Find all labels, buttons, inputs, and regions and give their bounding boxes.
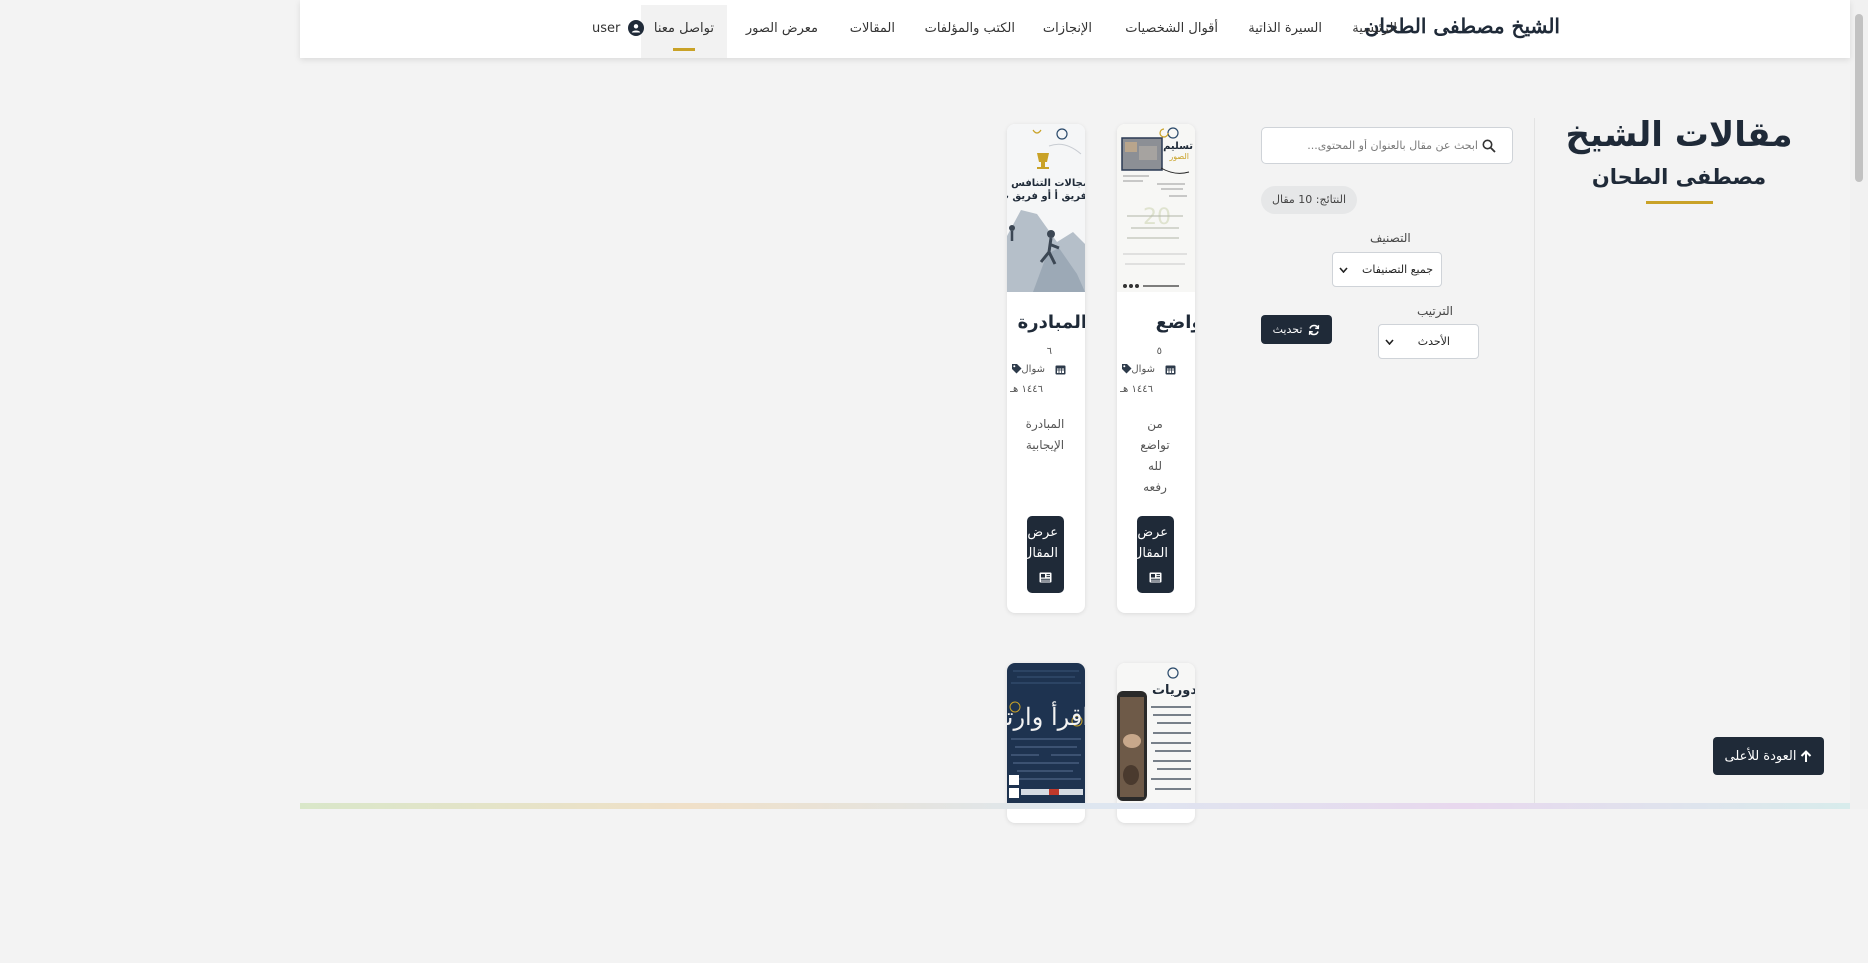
- refresh-button-label: تحديث: [1272, 323, 1303, 336]
- article-image[interactable]: دوريات: [1117, 663, 1195, 803]
- article-excerpt-line: رفعه: [1143, 480, 1167, 494]
- sort-select[interactable]: الأحدث: [1378, 324, 1479, 359]
- refresh-button[interactable]: تحديث: [1261, 315, 1332, 344]
- bottom-decorative-strip: [300, 803, 1850, 809]
- article-excerpt-line: من: [1147, 417, 1163, 431]
- nav-link-quotes[interactable]: أقوال الشخصيات: [1125, 21, 1218, 36]
- article-image[interactable]: اقرأ وارتق: [1007, 663, 1085, 803]
- back-to-top-label: العودة للأعلى: [1724, 748, 1797, 764]
- article-month: شوال: [1021, 364, 1045, 375]
- scrollbar-thumb[interactable]: [1855, 14, 1863, 182]
- article-excerpt-line: لله: [1147, 459, 1163, 473]
- nav-link-books[interactable]: الكتب والمؤلفات: [925, 21, 1015, 36]
- column-divider: [1534, 118, 1535, 808]
- chevron-down-icon: [1385, 338, 1394, 345]
- tag-icon: [1012, 364, 1022, 374]
- article-image-subhead: الصور: [1169, 152, 1189, 161]
- results-count-badge: النتائج: 10 مقال: [1261, 186, 1357, 214]
- newspaper-icon: [1149, 572, 1162, 583]
- nav-link-contact[interactable]: تواصل معنا: [640, 5, 727, 58]
- tag-icon: [1122, 364, 1132, 374]
- page-title: مقالات الشيخ: [1565, 115, 1793, 155]
- nav-link-gallery[interactable]: معرض الصور: [746, 21, 818, 36]
- svg-text:20: 20: [1143, 205, 1171, 230]
- article-excerpt-line: المبادرة: [1025, 417, 1065, 431]
- article-image-subhead: فريق أ أو فريق ب: [1007, 191, 1085, 202]
- article-excerpt: المبادرة الإيجابية: [1015, 414, 1075, 456]
- article-day: ٦: [1046, 346, 1052, 357]
- view-article-button-label: عرض المقال: [1027, 525, 1058, 561]
- article-month: شوال: [1131, 364, 1155, 375]
- title-underline: [1645, 201, 1713, 204]
- sort-label: الترتيب: [1417, 304, 1453, 318]
- article-image-headline: تسليم: [1163, 141, 1193, 152]
- category-selected-value: جميع التصنيفات: [1361, 263, 1433, 276]
- top-navbar: الشيخ مصطفى الطحان الرئيسية السيرة الذات…: [300, 0, 1850, 58]
- article-image-headline: اقرأ وارتق: [1007, 703, 1085, 731]
- category-select[interactable]: جميع التصنيفات: [1332, 252, 1442, 287]
- article-card[interactable]: مجالات التنافس بين فريق أ أو فريق ب المب…: [1007, 124, 1085, 613]
- article-year: ١٤٤٦ هـ: [1120, 384, 1153, 395]
- page-subtitle: مصطفى الطحان: [1591, 165, 1767, 189]
- user-name: user: [592, 20, 621, 36]
- view-article-button-label: عرض المقال: [1137, 525, 1168, 561]
- nav-link-achievements[interactable]: الإنجازات: [1043, 21, 1092, 36]
- article-card[interactable]: 20 تسليم الصور التواضع ٥ شوال ١٤٤٦ هـ من…: [1117, 124, 1195, 613]
- article-title[interactable]: المبادرة: [1018, 312, 1085, 333]
- back-to-top-button[interactable]: العودة للأعلى: [1713, 737, 1824, 775]
- article-card[interactable]: دوريات: [1117, 663, 1195, 823]
- article-excerpt-line: الإيجابية: [1025, 438, 1065, 452]
- article-image-headline: مجالات التنافس بين: [1007, 178, 1085, 189]
- chevron-down-icon: [1339, 266, 1348, 273]
- article-title[interactable]: التواضع: [1156, 312, 1195, 333]
- user-circle-icon: [628, 20, 645, 36]
- calendar-icon: [1165, 365, 1176, 375]
- arrow-up-icon: [1801, 749, 1812, 762]
- page-scrollbar[interactable]: [1850, 0, 1868, 809]
- refresh-icon: [1309, 324, 1320, 335]
- calendar-icon: [1055, 365, 1066, 375]
- article-year: ١٤٤٦ هـ: [1010, 384, 1043, 395]
- nav-link-articles[interactable]: المقالات: [850, 21, 895, 36]
- user-menu[interactable]: user: [592, 20, 645, 36]
- article-day: ٥: [1156, 346, 1162, 357]
- search-icon: [1482, 139, 1496, 153]
- view-article-button[interactable]: عرض المقال: [1137, 516, 1174, 593]
- article-card[interactable]: اقرأ وارتق: [1007, 663, 1085, 823]
- category-label: التصنيف: [1370, 231, 1411, 245]
- article-excerpt-line: تواضع: [1140, 438, 1170, 452]
- page-title-panel: مقالات الشيخ مصطفى الطحان: [1534, 115, 1824, 204]
- view-article-button[interactable]: عرض المقال: [1027, 516, 1064, 593]
- nav-link-home[interactable]: الرئيسية: [1352, 21, 1397, 36]
- article-image-headline: دوريات: [1151, 683, 1195, 698]
- article-image[interactable]: مجالات التنافس بين فريق أ أو فريق ب: [1007, 124, 1085, 292]
- search-input[interactable]: [1262, 128, 1512, 163]
- newspaper-icon: [1039, 572, 1052, 583]
- nav-link-biography[interactable]: السيرة الذاتية: [1248, 21, 1322, 36]
- article-excerpt: من تواضع لله رفعه: [1125, 414, 1185, 498]
- search-box: [1261, 127, 1513, 164]
- sort-selected-value: الأحدث: [1417, 335, 1450, 348]
- article-image[interactable]: 20 تسليم الصور: [1117, 124, 1195, 292]
